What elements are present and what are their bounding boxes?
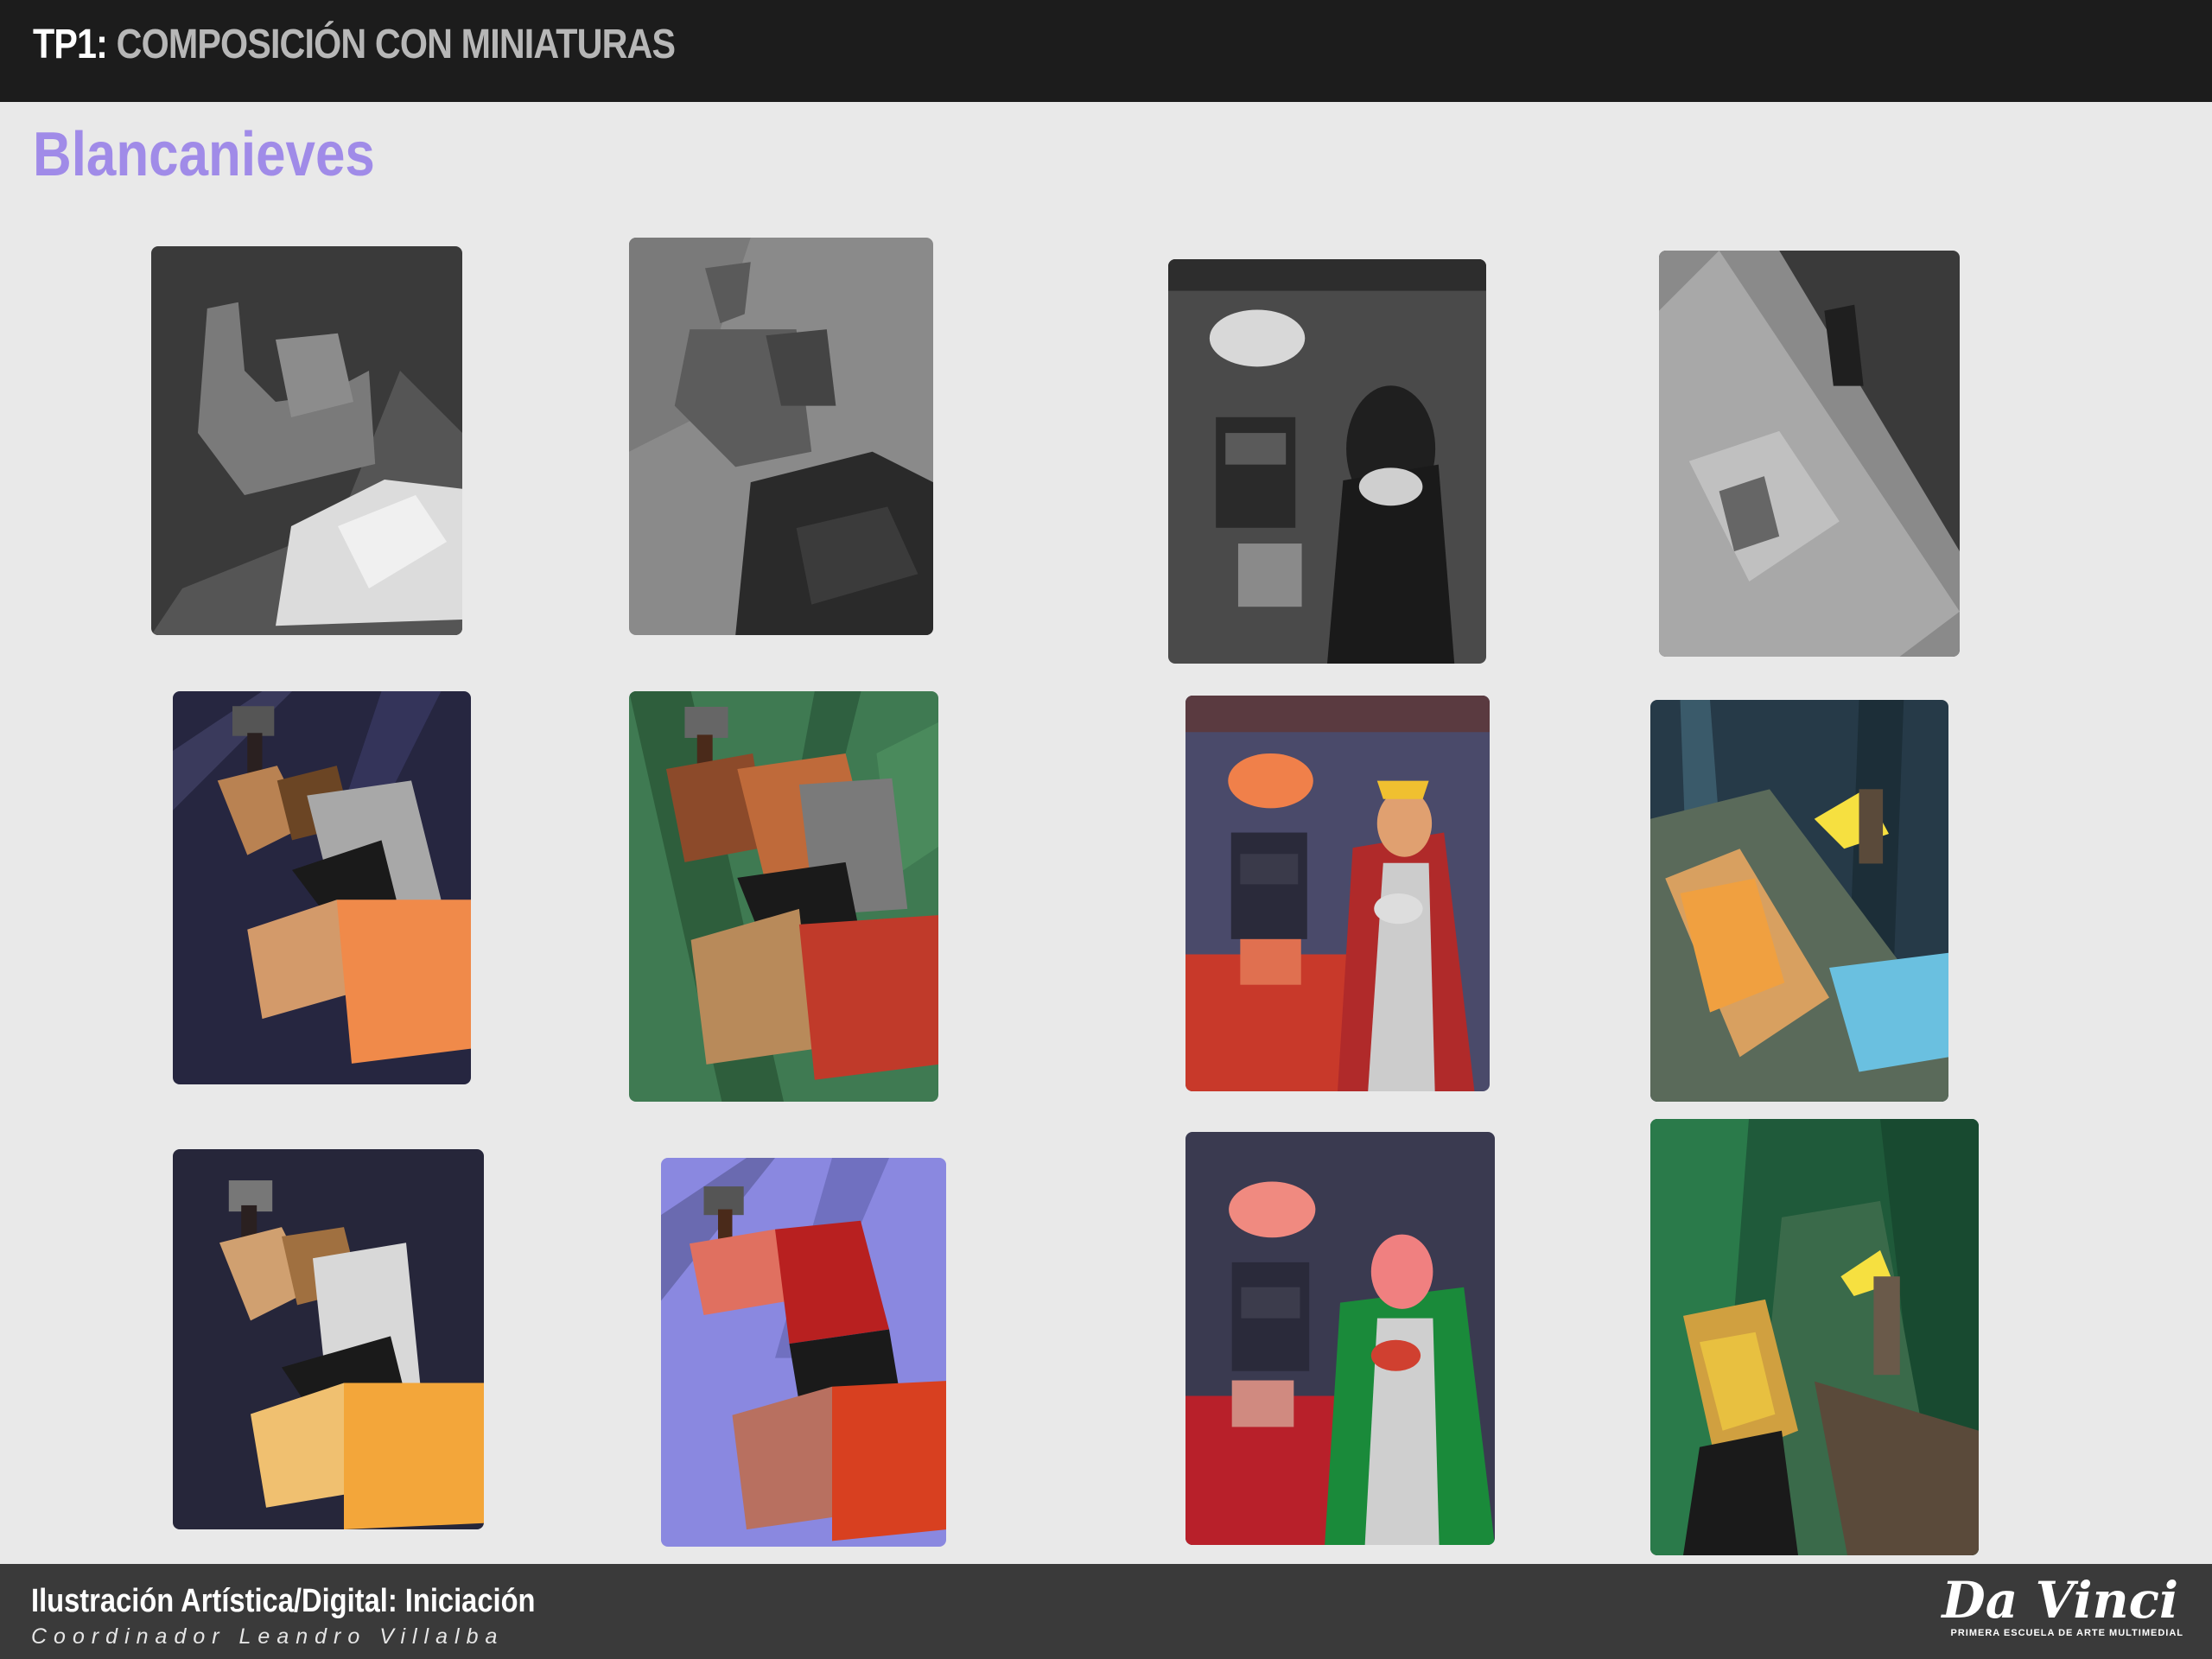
thumbnail-r3c4 (1650, 1119, 1979, 1555)
page-title: TP1: COMPOSICIÓN CON MINIATURAS (33, 21, 676, 68)
thumbnail-r1c1 (151, 246, 462, 635)
coordinator-name: Coordinador Leandro Villalba (31, 1624, 505, 1649)
thumbnail-r2c3 (1185, 696, 1490, 1091)
thumbnail-r1c3 (1168, 259, 1486, 664)
title-prefix: TP1: (33, 22, 108, 67)
thumbnail-r2c2 (629, 691, 938, 1102)
thumbnail-r2c1 (173, 691, 471, 1084)
title-text: COMPOSICIÓN CON MINIATURAS (107, 22, 676, 67)
thumbnail-r1c2 (629, 238, 933, 635)
thumbnail-r1c4 (1659, 251, 1960, 657)
thumbnail-r3c3 (1185, 1132, 1495, 1545)
thumbnail-r3c2 (661, 1158, 946, 1547)
section-title: Blancanieves (33, 120, 375, 189)
course-title: Ilustración Artística/Digital: Iniciació… (31, 1583, 536, 1619)
top-bar: TP1: COMPOSICIÓN CON MINIATURAS (0, 0, 2212, 102)
logo-tagline: PRIMERA ESCUELA DE ARTE MULTIMEDIAL (1950, 1628, 2183, 1638)
davinci-logo: Da Vinci PRIMERA ESCUELA DE ARTE MULTIME… (1940, 1571, 2190, 1649)
thumbnail-r2c4 (1650, 700, 1948, 1102)
footer-bar: Ilustración Artística/Digital: Iniciació… (0, 1564, 2212, 1659)
thumbnail-r3c1 (173, 1149, 484, 1529)
logo-name: Da Vinci (1942, 1571, 2178, 1630)
